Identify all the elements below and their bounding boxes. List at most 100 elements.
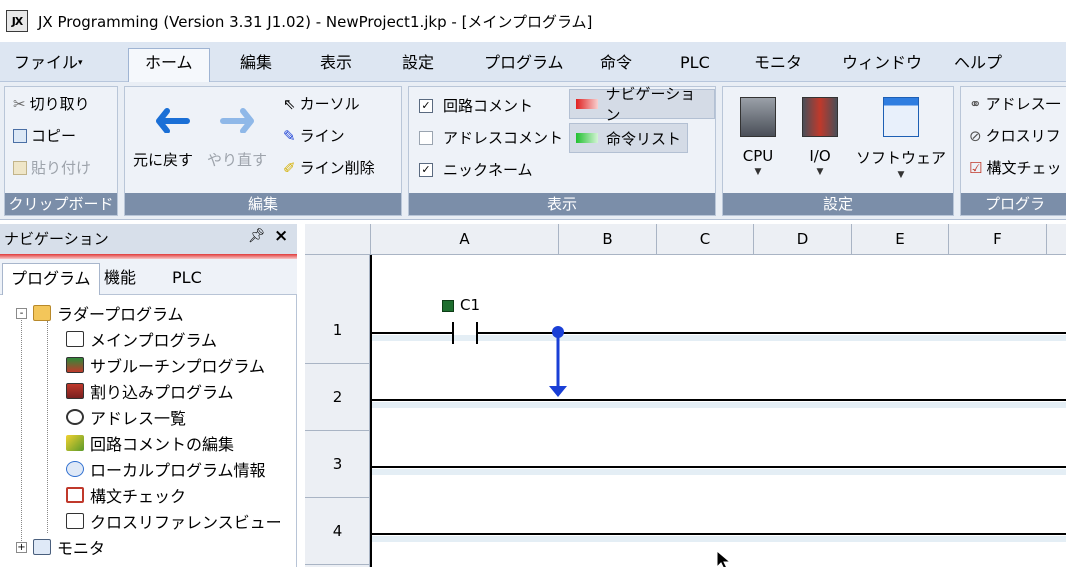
tab-program-tree[interactable]: プログラム xyxy=(2,263,100,295)
info-icon xyxy=(66,461,84,477)
tab-home[interactable]: ホーム xyxy=(128,48,210,83)
tree-node-interrupt[interactable]: 割り込みプログラム xyxy=(66,379,234,403)
tab-plc[interactable]: PLC xyxy=(674,50,716,82)
address-comment-checkbox[interactable] xyxy=(419,130,433,145)
collapse-icon[interactable]: - xyxy=(16,307,27,319)
scissors-icon: ✂ xyxy=(13,94,26,113)
column-header-cell[interactable]: B xyxy=(558,224,656,255)
navigation-panel-toggle[interactable]: ナビゲーション xyxy=(569,85,715,124)
navigation-panel-header: ナビゲーション 📌︎ × xyxy=(0,224,297,254)
tree-node-main-program[interactable]: メインプログラム xyxy=(66,327,217,351)
contact-label: C1 xyxy=(460,296,481,314)
undo-button[interactable]: 元に戻す xyxy=(133,97,203,177)
nickname-checkbox[interactable]: ✓ xyxy=(419,162,433,177)
clipboard-group: ✂ 切り取り コピー 貼り付け クリップボード xyxy=(4,86,118,216)
io-module-icon xyxy=(802,97,838,137)
tree-node-monitor[interactable]: + モニタ xyxy=(16,535,105,559)
ribbon-tab-bar: ファイル▾ ホーム 編集 表示 設定 プログラム 命令 PLC モニタ ウィンド… xyxy=(0,42,1066,83)
line-delete-button[interactable]: ✐ ライン削除 xyxy=(283,157,375,178)
tab-settings[interactable]: 設定 xyxy=(396,50,440,82)
eraser-icon: ✐ xyxy=(283,158,296,177)
software-settings-button[interactable]: ソフトウェア ▼ xyxy=(853,97,949,180)
mouse-pointer-icon xyxy=(716,550,732,567)
cursor-tool-button[interactable]: ⇖ カーソル xyxy=(283,93,360,114)
row-number[interactable]: 4 xyxy=(305,498,370,565)
cross-reference-icon: ⊘ xyxy=(969,126,982,145)
rung-highlight xyxy=(372,469,1066,475)
left-power-rail xyxy=(370,255,372,567)
cut-button[interactable]: ✂ 切り取り xyxy=(13,93,90,114)
contact-left-bar xyxy=(452,322,454,344)
tree-node-ladder-program[interactable]: - ラダープログラム xyxy=(16,301,184,325)
folder-icon xyxy=(33,305,51,321)
tree-node-syntax-check[interactable]: 構文チェック xyxy=(66,483,186,507)
column-header-cell[interactable]: E xyxy=(851,224,948,255)
line-draw-cursor[interactable] xyxy=(546,324,570,398)
expand-icon[interactable]: + xyxy=(16,541,27,553)
app-icon: JX xyxy=(6,10,28,32)
comment-edit-icon xyxy=(66,435,84,451)
tree-node-subroutine[interactable]: サブルーチンプログラム xyxy=(66,353,265,377)
ladder-editor[interactable]: A B C D E F 1 2 3 4 C1 xyxy=(305,224,1066,567)
column-header-cell[interactable]: A xyxy=(370,224,558,255)
edit-group-label: 編集 xyxy=(125,193,401,215)
tab-view[interactable]: 表示 xyxy=(314,50,358,82)
tab-plc-tree[interactable]: PLC xyxy=(164,263,210,295)
green-swatch-icon xyxy=(576,133,598,143)
tree-node-local-info[interactable]: ローカルプログラム情報 xyxy=(66,457,266,481)
column-header-cell[interactable]: D xyxy=(753,224,851,255)
chevron-down-icon: ▼ xyxy=(754,167,762,177)
tab-function[interactable]: 機能 xyxy=(96,263,144,295)
column-header-cell[interactable]: C xyxy=(656,224,753,255)
contact-c1[interactable]: C1 xyxy=(442,296,502,348)
syntax-check-button[interactable]: ☑ 構文チェッ xyxy=(969,157,1061,178)
tree-node-comment-edit[interactable]: 回路コメントの編集 xyxy=(66,431,234,455)
paste-button[interactable]: 貼り付け xyxy=(13,157,91,178)
circuit-comment-checkbox[interactable]: ✓ xyxy=(419,98,433,113)
io-settings-button[interactable]: I/O ▼ xyxy=(797,97,843,177)
monitor-icon xyxy=(33,539,51,555)
rung-4-wire xyxy=(372,533,1066,535)
row-number[interactable]: 3 xyxy=(305,431,370,498)
chevron-down-icon: ▼ xyxy=(816,167,824,177)
rung-highlight xyxy=(372,536,1066,542)
rung-highlight xyxy=(372,402,1066,408)
tab-file[interactable]: ファイル▾ xyxy=(8,50,89,82)
tab-window[interactable]: ウィンドウ xyxy=(836,50,928,82)
cpu-settings-button[interactable]: CPU ▼ xyxy=(735,97,781,177)
tab-program[interactable]: プログラム xyxy=(478,50,570,82)
row-header: 1 2 3 4 xyxy=(305,255,370,567)
address-list-button[interactable]: ⚭ アドレス一 xyxy=(969,93,1061,114)
row-number[interactable]: 2 xyxy=(305,364,370,431)
circuit-comment-toggle[interactable]: ✓ 回路コメント xyxy=(419,95,533,116)
copy-icon xyxy=(13,128,27,143)
tab-help[interactable]: ヘルプ xyxy=(948,50,1008,82)
tab-monitor[interactable]: モニタ xyxy=(748,50,808,82)
copy-button[interactable]: コピー xyxy=(13,125,76,146)
paste-icon xyxy=(13,160,27,175)
nickname-toggle[interactable]: ✓ ニックネーム xyxy=(419,159,533,180)
instruction-list-toggle[interactable]: 命令リスト xyxy=(569,123,689,153)
syntax-check-icon: ☑ xyxy=(969,158,983,177)
pin-icon[interactable]: 📌︎ xyxy=(248,228,266,244)
program-group-label: プログラ xyxy=(961,193,1066,215)
navigation-panel-title: ナビゲーション xyxy=(4,230,109,248)
settings-group: CPU ▼ I/O ▼ ソフトウェア ▼ 設定 xyxy=(722,86,954,216)
cross-reference-icon xyxy=(66,513,84,529)
tree-node-cross-reference[interactable]: クロスリファレンスビュー xyxy=(66,509,282,533)
tab-edit[interactable]: 編集 xyxy=(234,50,278,82)
row-number[interactable]: 1 xyxy=(305,297,370,364)
close-icon[interactable]: × xyxy=(274,226,288,246)
tab-instruction[interactable]: 命令 xyxy=(594,50,638,82)
ribbon: ✂ 切り取り コピー 貼り付け クリップボード 元に戻す やり直す ⇖ カーソル… xyxy=(0,82,1066,220)
redo-arrow-icon xyxy=(220,108,254,133)
tree-node-address-list[interactable]: アドレス一覧 xyxy=(66,405,186,429)
pen-icon: ✎ xyxy=(283,126,296,145)
redo-button[interactable]: やり直す xyxy=(207,97,277,177)
column-header-cell[interactable]: F xyxy=(948,224,1046,255)
undo-arrow-icon xyxy=(156,108,190,133)
rung-2-wire xyxy=(372,399,1066,401)
address-comment-toggle[interactable]: アドレスコメント xyxy=(419,127,563,148)
cross-reference-button[interactable]: ⊘ クロスリフ xyxy=(969,125,1061,146)
line-tool-button[interactable]: ✎ ライン xyxy=(283,125,345,146)
